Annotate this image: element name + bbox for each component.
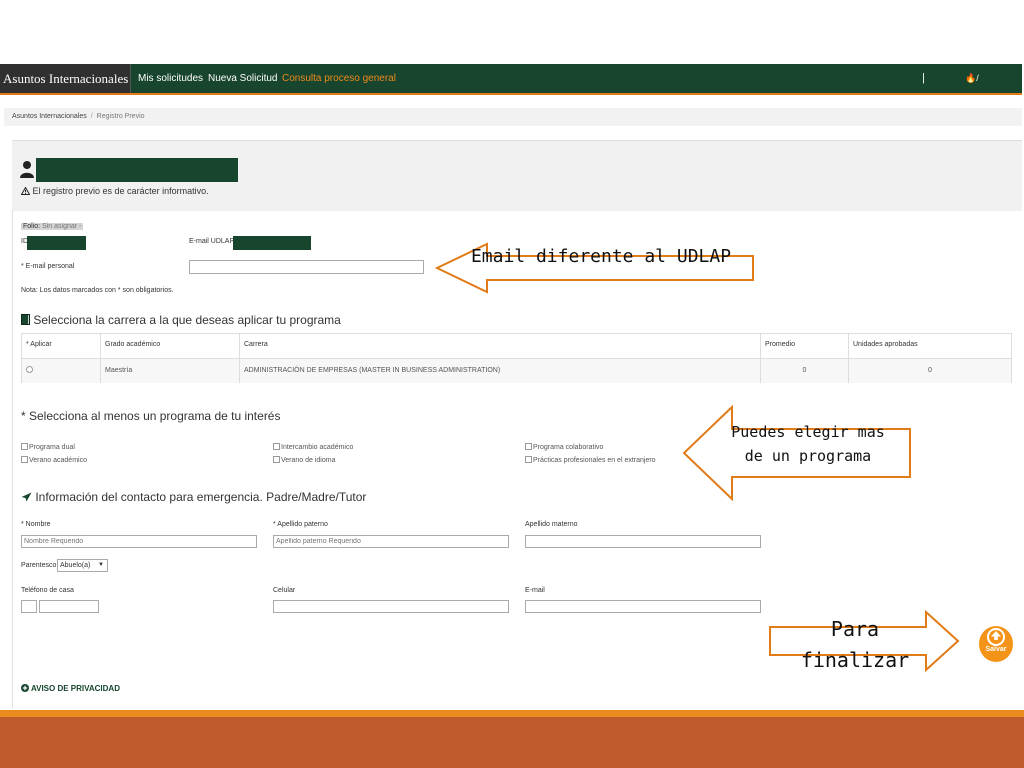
telefono-input[interactable] bbox=[39, 600, 99, 613]
career-table: * Aplicar Grado académico Carrera Promed… bbox=[21, 333, 1012, 383]
table-row-apply-cell bbox=[22, 359, 101, 383]
emergency-section-label: Información del contacto para emergencia… bbox=[35, 490, 367, 504]
info-message: El registro previo es de carácter inform… bbox=[20, 186, 209, 196]
nav-link-mis-solicitudes[interactable]: Mis solicitudes bbox=[138, 64, 203, 93]
career-section-title: Selecciona la carrera a la que deseas ap… bbox=[21, 313, 341, 327]
nav-user-area[interactable]: | 🔥/ bbox=[922, 64, 979, 93]
flame-icon[interactable]: 🔥/ bbox=[965, 73, 979, 83]
folio-field: Folio: Sin asignar - bbox=[21, 223, 84, 230]
privacy-link-label: AVISO DE PRIVACIDAD bbox=[30, 684, 120, 693]
apply-radio[interactable] bbox=[26, 366, 33, 373]
program-section-title: * Selecciona al menos un programa de tu … bbox=[21, 409, 281, 423]
required-note: Nota: Los datos marcados con * son oblig… bbox=[21, 287, 174, 294]
send-icon bbox=[21, 492, 32, 502]
telefono-label: Teléfono de casa bbox=[21, 587, 74, 594]
brand-title[interactable]: Asuntos Internacionales bbox=[0, 64, 131, 93]
email-personal-label: * E-mail personal bbox=[21, 263, 75, 270]
apellido-materno-label: Apellido materno bbox=[525, 521, 578, 528]
annotation-finish-text: Para finalizar bbox=[800, 617, 910, 672]
checkbox-practicas-profesionales[interactable]: Prácticas profesionales en el extranjero bbox=[525, 456, 656, 464]
nav-link-consulta-proceso[interactable]: Consulta proceso general bbox=[282, 64, 396, 93]
col-header-promedio: Promedio bbox=[761, 334, 849, 358]
table-cell-carrera: ADMINISTRACIÓN DE EMPRESAS (MASTER IN BU… bbox=[240, 359, 761, 383]
email-contacto-label: E-mail bbox=[525, 587, 545, 594]
info-text: El registro previo es de carácter inform… bbox=[32, 186, 209, 196]
checkbox-label: Verano de idioma bbox=[281, 457, 336, 464]
breadcrumb: Asuntos Internacionales / Registro Previo bbox=[4, 108, 1022, 126]
checkbox-label: Intercambio académico bbox=[281, 444, 354, 451]
table-cell-promedio: 0 bbox=[761, 359, 849, 383]
checkbox-label: Verano académico bbox=[29, 457, 87, 464]
nav-link-nueva-solicitud[interactable]: Nueva Solicitud bbox=[208, 64, 277, 93]
folio-value: Sin asignar - bbox=[42, 223, 82, 230]
top-navbar: Asuntos Internacionales Mis solicitudes … bbox=[0, 64, 1022, 95]
apellido-materno-input[interactable] bbox=[525, 535, 761, 548]
panel-left-border bbox=[12, 210, 13, 708]
col-header-aplicar: * Aplicar bbox=[22, 334, 101, 358]
parentesco-label: Parentesco bbox=[21, 562, 57, 569]
checkbox-programa-colaborativo[interactable]: Programa colaborativo bbox=[525, 443, 603, 451]
save-button-label: Salvar bbox=[985, 646, 1007, 653]
upload-icon bbox=[987, 628, 1005, 646]
checkbox-verano-academico[interactable]: Verano académico bbox=[21, 456, 87, 464]
privacy-link[interactable]: AVISO DE PRIVACIDAD bbox=[21, 684, 120, 693]
dropdown-caret-icon: ▼ bbox=[98, 562, 104, 568]
parentesco-select[interactable]: Abuelo(a) ▼ bbox=[57, 559, 108, 572]
book-icon bbox=[21, 314, 30, 325]
col-header-carrera: Carrera bbox=[240, 334, 761, 358]
checkbox-intercambio-academico[interactable]: Intercambio académico bbox=[273, 443, 353, 451]
breadcrumb-item-home[interactable]: Asuntos Internacionales bbox=[12, 113, 87, 120]
breadcrumb-item-current: Registro Previo bbox=[96, 113, 145, 120]
apellido-paterno-input[interactable] bbox=[273, 535, 509, 548]
email-udlap-redacted bbox=[233, 236, 311, 250]
col-header-grado: Grado académico bbox=[101, 334, 240, 358]
nombre-input[interactable] bbox=[21, 535, 257, 548]
checkbox-label: Programa dual bbox=[29, 444, 75, 451]
warning-icon bbox=[20, 186, 31, 195]
annotation-email-text: Email diferente al UDLAP bbox=[470, 246, 732, 267]
nav-divider: | bbox=[922, 72, 925, 84]
checkbox-programa-dual[interactable]: Programa dual bbox=[21, 443, 75, 451]
user-icon bbox=[20, 161, 34, 178]
celular-label: Celular bbox=[273, 587, 296, 594]
email-contacto-input[interactable] bbox=[525, 600, 761, 613]
col-header-unidades: Unidades aprobadas bbox=[853, 341, 918, 348]
emergency-section-title: Información del contacto para emergencia… bbox=[21, 490, 366, 504]
id-value-redacted bbox=[27, 236, 86, 250]
email-personal-input[interactable] bbox=[189, 260, 424, 274]
folio-label: Folio: bbox=[23, 223, 41, 230]
telefono-lada-input[interactable] bbox=[21, 600, 37, 613]
apellido-paterno-label: * Apellido paterno bbox=[273, 521, 328, 528]
plus-circle-icon bbox=[21, 684, 29, 692]
celular-input[interactable] bbox=[273, 600, 509, 613]
checkbox-label: Prácticas profesionales en el extranjero bbox=[533, 457, 656, 464]
table-cell-grado: Maestría bbox=[101, 359, 240, 383]
slide-footer-bar bbox=[0, 710, 1024, 768]
table-cell-unidades: 0 bbox=[849, 359, 1011, 383]
breadcrumb-separator: / bbox=[90, 113, 93, 120]
checkbox-label: Programa colaborativo bbox=[533, 444, 604, 451]
user-name-redacted bbox=[36, 158, 238, 182]
checkbox-verano-idioma[interactable]: Verano de idioma bbox=[273, 456, 335, 464]
career-section-label: Selecciona la carrera a la que deseas ap… bbox=[33, 313, 341, 327]
nombre-label: * Nombre bbox=[21, 521, 51, 528]
parentesco-value: Abuelo(a) bbox=[60, 562, 91, 569]
email-udlap-label: E-mail UDLAP: bbox=[189, 238, 237, 245]
annotation-programs-text: Puedes elegir mas de un programa bbox=[731, 423, 885, 465]
